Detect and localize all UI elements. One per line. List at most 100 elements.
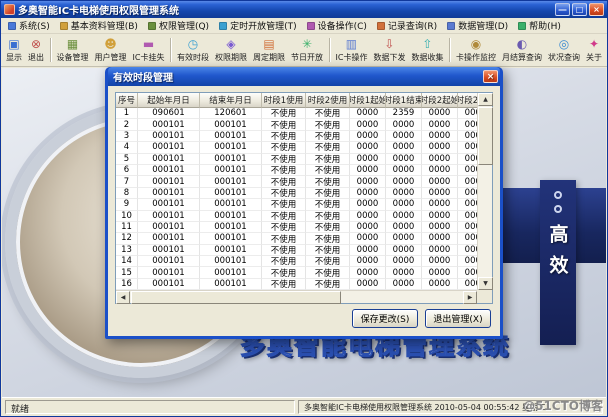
table-row[interactable]: 13000101000101不使用不使用0000000000000000 [116, 245, 477, 256]
weekly-open-button[interactable]: ▤周定期限 [250, 35, 288, 65]
table-cell: 0000 [350, 131, 386, 142]
auth-term-button[interactable]: ◈权限期限 [212, 35, 250, 65]
menu-item-3[interactable]: 权限管理(Q) [143, 18, 214, 33]
table-row[interactable]: 8000101000101不使用不使用0000000000000000 [116, 188, 477, 199]
toolbar-button-label: 退出 [28, 52, 44, 63]
table-cell: 0000 [458, 279, 477, 290]
dialog-title-bar[interactable]: 有效时段管理 × [108, 67, 500, 86]
table-row[interactable]: 15000101000101不使用不使用0000000000000000 [116, 267, 477, 278]
toolbar-button-label: 有效时段 [177, 52, 209, 63]
table-row[interactable]: 4000101000101不使用不使用0000000000000000 [116, 142, 477, 153]
table-cell: 7 [116, 176, 138, 187]
ic-card-loss-button[interactable]: ▬IC卡挂失 [130, 35, 168, 65]
monthly-query-button[interactable]: ◐月结算查询 [499, 35, 545, 65]
dialog-close-button[interactable]: × [483, 70, 498, 83]
table-cell: 不使用 [306, 142, 350, 153]
table-cell: 5 [116, 154, 138, 165]
data-collect-button[interactable]: ⇧数据收集 [408, 35, 446, 65]
table-cell: 不使用 [262, 199, 306, 210]
user-manage-button[interactable]: ☻用户管理 [92, 35, 130, 65]
minimize-button[interactable]: ― [555, 3, 570, 16]
table-cell: 0000 [458, 131, 477, 142]
scroll-down-icon[interactable]: ▼ [478, 277, 493, 290]
table-cell: 0000 [458, 199, 477, 210]
table-cell: 12 [116, 233, 138, 244]
table-row[interactable]: 6000101000101不使用不使用0000000000000000 [116, 165, 477, 176]
scroll-right-icon[interactable]: ▶ [463, 291, 477, 304]
table-cell: 0000 [422, 233, 458, 244]
table-cell: 不使用 [262, 279, 306, 290]
menu-item-label: 权限管理(Q) [159, 19, 209, 32]
menu-bar: 系统(S)基本资料管理(B) 权限管理(Q) 定时开放管理(T) 设备操作(C) 记录查… [1, 18, 607, 34]
table-row[interactable]: 3000101000101不使用不使用0000000000000000 [116, 131, 477, 142]
monthly-query-icon: ◐ [517, 37, 527, 52]
table-row[interactable]: 7000101000101不使用不使用0000000000000000 [116, 176, 477, 187]
device-manage-button[interactable]: ▦设备管理 [54, 35, 92, 65]
watermark: @51CTO博客 [523, 397, 603, 414]
table-cell: 0000 [422, 119, 458, 130]
column-header[interactable]: 时段1使用 [262, 93, 306, 108]
toolbar-button-label: 月结算查询 [502, 52, 542, 63]
column-header[interactable]: 时段2结束 [458, 93, 477, 108]
horizontal-scroll-thumb[interactable] [131, 291, 341, 304]
scroll-left-icon[interactable]: ◀ [116, 291, 130, 304]
menu-item-label: 设备操作(C) [318, 19, 367, 32]
menu-item-7[interactable]: 数据管理(D) [442, 18, 513, 33]
card-monitor-button[interactable]: ◉卡操作监控 [453, 35, 499, 65]
table-cell: 0000 [458, 245, 477, 256]
menu-icon [447, 22, 455, 30]
table-row[interactable]: 10000101000101不使用不使用0000000000000000 [116, 211, 477, 222]
menu-item-8[interactable]: 帮助(H) [513, 18, 566, 33]
maximize-button[interactable]: □ [572, 3, 587, 16]
table-row[interactable]: 1090601120601不使用不使用0000235900000000 [116, 108, 477, 119]
menu-icon [60, 22, 68, 30]
table-cell: 不使用 [262, 108, 306, 119]
weekly-open-icon: ▤ [263, 37, 274, 52]
status-query-button[interactable]: ◎状况查询 [545, 35, 583, 65]
menu-item-5[interactable]: 设备操作(C) [302, 18, 372, 33]
close-button[interactable]: × [589, 3, 604, 16]
save-changes-button[interactable]: 保存更改(S) [352, 309, 418, 328]
table-cell: 0000 [422, 222, 458, 233]
menu-item-2[interactable]: 基本资料管理(B) [55, 18, 143, 33]
ic-card-operate-button[interactable]: ▥IC卡操作 [333, 35, 371, 65]
table-row[interactable]: 5000101000101不使用不使用0000000000000000 [116, 154, 477, 165]
vertical-scroll-thumb[interactable] [478, 107, 493, 165]
table-row[interactable]: 2000101000101不使用不使用0000000000000000 [116, 119, 477, 130]
vertical-scrollbar[interactable]: ▲ ▼ [477, 93, 492, 290]
table-cell: 不使用 [262, 211, 306, 222]
about-button[interactable]: ✦关于 [583, 35, 605, 65]
column-header[interactable]: 时段2使用 [306, 93, 350, 108]
column-header[interactable]: 时段1结束 [386, 93, 422, 108]
column-header[interactable]: 时段1起始 [350, 93, 386, 108]
holiday-open-button[interactable]: ✳节日开放 [288, 35, 326, 65]
application-window: 多奥智能IC卡电梯使用权限管理系统 ― □ × 系统(S)基本资料管理(B)权限… [0, 0, 608, 417]
scrollbar-corner [477, 290, 492, 303]
table-cell: 000101 [200, 154, 262, 165]
valid-period-dialog: 有效时段管理 × 序号起始年月日结束年月日时段1使用时段2使用时段1起始时段1结… [105, 67, 503, 339]
column-header[interactable]: 时段2起始 [422, 93, 458, 108]
table-row[interactable]: 12000101000101不使用不使用0000000000000000 [116, 233, 477, 244]
toolbar-button-label: IC卡操作 [336, 52, 368, 63]
table-row[interactable]: 11000101000101不使用不使用0000000000000000 [116, 222, 477, 233]
toolbar-separator [170, 38, 171, 62]
exit-button[interactable]: ⊗退出 [25, 35, 47, 65]
menu-item-4[interactable]: 定时开放管理(T) [214, 18, 302, 33]
horizontal-scrollbar[interactable]: ◀ ▶ [116, 290, 477, 303]
table-cell: 14 [116, 256, 138, 267]
table-cell: 不使用 [306, 222, 350, 233]
show-button[interactable]: ▣显示 [3, 35, 25, 65]
exit-manage-button[interactable]: 退出管理(X) [425, 309, 491, 328]
table-row[interactable]: 16000101000101不使用不使用0000000000000000 [116, 279, 477, 290]
scroll-up-icon[interactable]: ▲ [478, 93, 493, 106]
data-send-button[interactable]: ⇩数据下发 [370, 35, 408, 65]
table-row[interactable]: 9000101000101不使用不使用0000000000000000 [116, 199, 477, 210]
menu-item-6[interactable]: 记录查询(R) [372, 18, 442, 33]
column-header[interactable]: 结束年月日 [200, 93, 262, 108]
table-row[interactable]: 14000101000101不使用不使用0000000000000000 [116, 256, 477, 267]
column-header[interactable]: 起始年月日 [138, 93, 200, 108]
efficiency-strip: 高效 [540, 180, 576, 345]
menu-item-1[interactable]: 系统(S) [3, 18, 55, 33]
valid-period-button[interactable]: ◷有效时段 [174, 35, 212, 65]
column-header[interactable]: 序号 [116, 93, 138, 108]
